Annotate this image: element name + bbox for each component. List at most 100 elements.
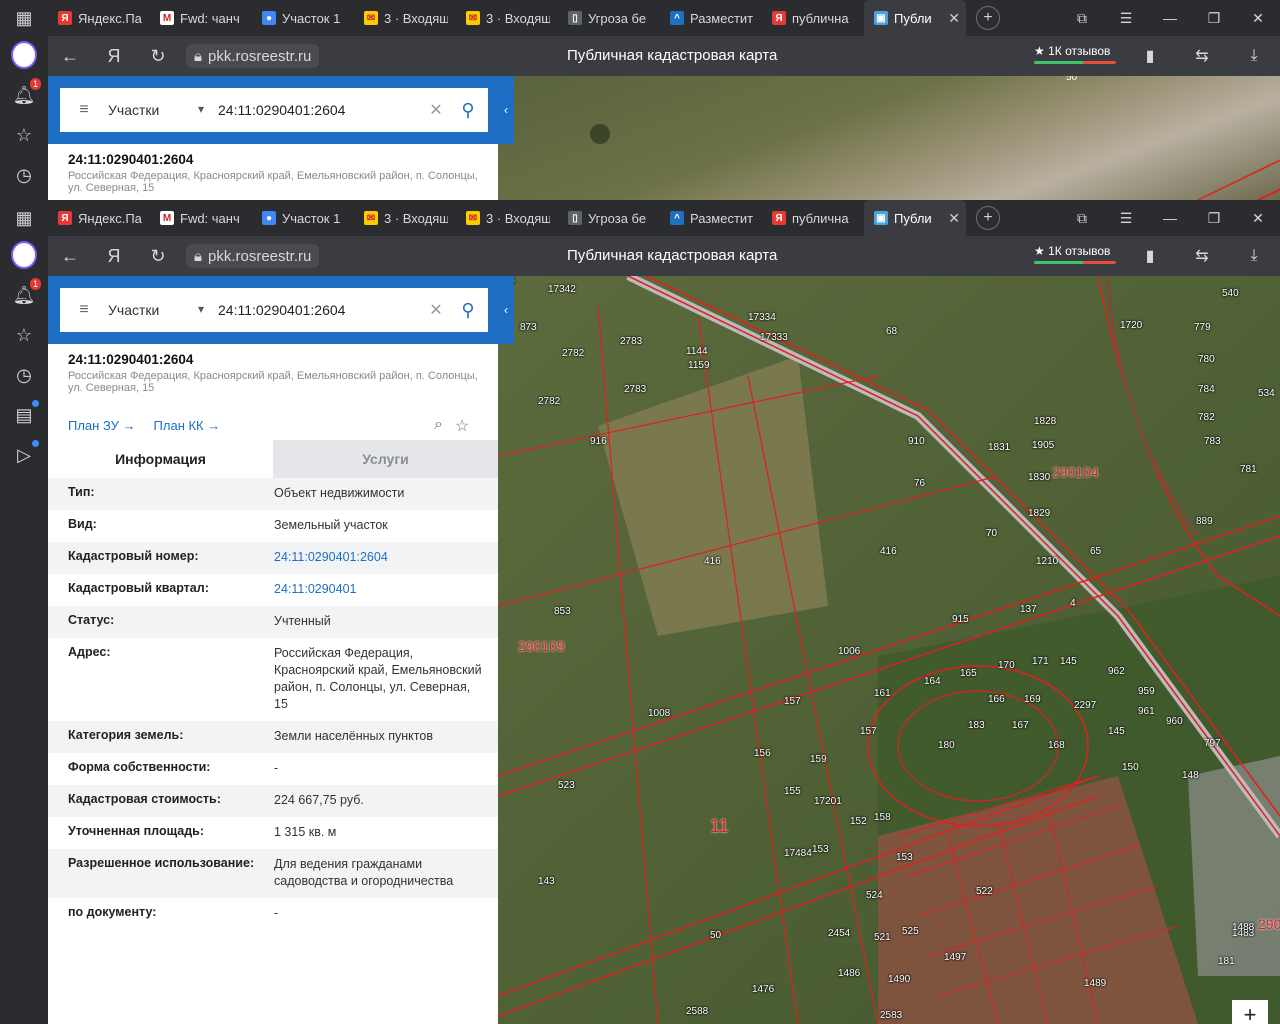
zoom-in-button[interactable]: + (1232, 1000, 1268, 1024)
info-value-link[interactable]: 24:11:0290401 (274, 581, 484, 598)
zoom-to-object-icon[interactable]: ⌕ (434, 416, 443, 436)
browser-menu-icon[interactable]: ☰ (1104, 10, 1148, 27)
parcel-number-label: 2783 (620, 336, 643, 347)
plan-kk-link[interactable]: План КК → (154, 418, 221, 433)
star-icon[interactable]: ☆ (11, 322, 37, 348)
search-input[interactable]: 24:11:0290401:2604 (218, 302, 424, 318)
yandex-icon[interactable]: Я (92, 246, 136, 267)
close-window-icon[interactable]: ✕ (1236, 10, 1280, 27)
translate-icon[interactable]: ⇆ (1176, 246, 1228, 266)
parcel-number-label: 1830 (1028, 472, 1051, 483)
favorite-star-icon[interactable]: ☆ (455, 416, 469, 436)
url-field[interactable]: 🔒︎ pkk.rosreestr.ru (186, 44, 320, 68)
play-icon[interactable]: ▷ (11, 440, 39, 468)
collections-icon[interactable]: ▤ (11, 400, 39, 428)
history-icon[interactable]: ◷ (11, 162, 37, 188)
star-icon[interactable]: ☆ (11, 122, 37, 148)
parcel-number-label: 68 (886, 326, 898, 337)
browser-tab[interactable]: Я Яндекс.Па (48, 200, 150, 236)
download-icon[interactable]: ⤓ (1228, 247, 1280, 265)
restore-icon[interactable]: ❐ (1192, 210, 1236, 227)
back-icon[interactable]: ← (48, 246, 92, 267)
info-key: Кадастровая стоимость: (68, 792, 221, 806)
plan-zu-link[interactable]: План ЗУ → (68, 418, 136, 433)
search-result[interactable]: 24:11:0290401:2604 Российская Федерация,… (68, 352, 488, 394)
tab-services[interactable]: Услуги (273, 440, 498, 478)
parcel-number-label: 168 (1048, 740, 1065, 751)
profile-avatar[interactable] (11, 241, 37, 269)
minimize-icon[interactable]: — (1148, 210, 1192, 227)
close-tab-icon[interactable]: ✕ (948, 10, 960, 27)
tabs-grid-icon[interactable]: ▦ (0, 0, 48, 36)
cadastral-map[interactable]: 17342 17334 17333 873 2782 2783 1144 1159 68 1720… (498, 276, 1280, 1024)
menu-icon[interactable]: ≡ (60, 301, 108, 319)
satellite-map[interactable]: 50 2901 (498, 76, 1280, 200)
search-icon[interactable]: ⚲ (448, 300, 488, 321)
menu-icon[interactable]: ≡ (60, 101, 108, 119)
history-icon[interactable]: ◷ (11, 362, 37, 388)
browser-tab[interactable]: M Fwd: чанч (150, 0, 252, 36)
parcel-number-label: 783 (1204, 436, 1221, 447)
browser-tab[interactable]: ^ Разместит (660, 200, 762, 236)
yandex-icon[interactable]: Я (92, 46, 136, 67)
collapse-panel-icon[interactable]: ‹ (498, 276, 514, 344)
bell-icon[interactable]: 🔔︎ 1 (11, 78, 41, 108)
browser-tab[interactable]: ● Участок 1 (252, 200, 354, 236)
parcel-number-label: 534 (1258, 388, 1275, 399)
profile-avatar[interactable] (11, 41, 37, 69)
tab-manager-icon[interactable]: ⧉ (1060, 10, 1104, 27)
bookmark-icon[interactable]: ▮ (1124, 46, 1176, 66)
browser-tab[interactable]: ^ Разместит (660, 0, 762, 36)
reviews-badge[interactable]: ★ 1К отзывов (1034, 244, 1116, 264)
bell-icon[interactable]: 🔔︎ 1 (11, 278, 41, 308)
browser-tab[interactable]: Япублична (762, 200, 864, 236)
new-tab-button[interactable]: + (976, 206, 1000, 230)
browser-tab[interactable]: ✉ 3 · Входящ (354, 200, 456, 236)
info-value-link[interactable]: 24:11:0290401:2604 (274, 549, 484, 566)
back-icon[interactable]: ← (48, 46, 92, 67)
tab-label: 3 · Входящ (486, 10, 550, 26)
info-value: - (274, 761, 279, 775)
url-field[interactable]: 🔒︎ pkk.rosreestr.ru (186, 244, 320, 268)
browser-tab[interactable]: ✉ 3 · Входящ (456, 200, 558, 236)
tabs-grid-icon[interactable]: ▦ (0, 200, 48, 236)
clear-icon[interactable]: ✕ (424, 100, 448, 120)
minimize-icon[interactable]: — (1148, 10, 1192, 27)
browser-tab[interactable]: Япублична (762, 0, 864, 36)
browser-tab[interactable]: Я Яндекс.Па (48, 0, 150, 36)
parcel-number-label: 1476 (752, 984, 775, 995)
reviews-badge[interactable]: ★ 1К отзывов (1034, 44, 1116, 64)
tab-information[interactable]: Информация (48, 440, 273, 478)
browser-tab[interactable]: ● Участок 1 (252, 0, 354, 36)
tab-manager-icon[interactable]: ⧉ (1060, 210, 1104, 227)
collapse-panel-icon[interactable]: ‹ (498, 76, 514, 144)
close-tab-icon[interactable]: ✕ (948, 210, 960, 227)
layer-select[interactable]: Участки ▾ (108, 102, 218, 118)
parcel-number-label: 522 (976, 886, 993, 897)
parcel-number-label: 1486 (838, 968, 861, 979)
browser-tab[interactable]: ▣ Публи ✕ (864, 200, 966, 236)
parcel-number-label: 17342 (548, 284, 576, 295)
bookmark-icon[interactable]: ▮ (1124, 246, 1176, 266)
browser-tab[interactable]: ▣ Публи ✕ (864, 0, 966, 36)
browser-tab[interactable]: ✉ 3 · Входящ (456, 0, 558, 36)
layer-select[interactable]: Участки ▾ (108, 302, 218, 318)
restore-icon[interactable]: ❐ (1192, 10, 1236, 27)
search-result[interactable]: 24:11:0290401:2604 Российская Федерация,… (68, 152, 488, 194)
info-row: Кадастровый номер: 24:11:0290401:2604 (48, 542, 498, 574)
clear-icon[interactable]: ✕ (424, 300, 448, 320)
browser-tab[interactable]: ▯ Угроза бе (558, 0, 660, 36)
new-tab-button[interactable]: + (976, 6, 1000, 30)
download-icon[interactable]: ⤓ (1228, 47, 1280, 65)
tab-label: 3 · Входящ (486, 210, 550, 226)
browser-tab[interactable]: ✉ 3 · Входящ (354, 0, 456, 36)
reload-icon[interactable]: ↻ (136, 46, 180, 67)
search-input[interactable]: 24:11:0290401:2604 (218, 102, 424, 118)
browser-tab[interactable]: M Fwd: чанч (150, 200, 252, 236)
translate-icon[interactable]: ⇆ (1176, 46, 1228, 66)
search-icon[interactable]: ⚲ (448, 100, 488, 121)
browser-menu-icon[interactable]: ☰ (1104, 210, 1148, 227)
close-window-icon[interactable]: ✕ (1236, 210, 1280, 227)
browser-tab[interactable]: ▯ Угроза бе (558, 200, 660, 236)
reload-icon[interactable]: ↻ (136, 246, 180, 267)
